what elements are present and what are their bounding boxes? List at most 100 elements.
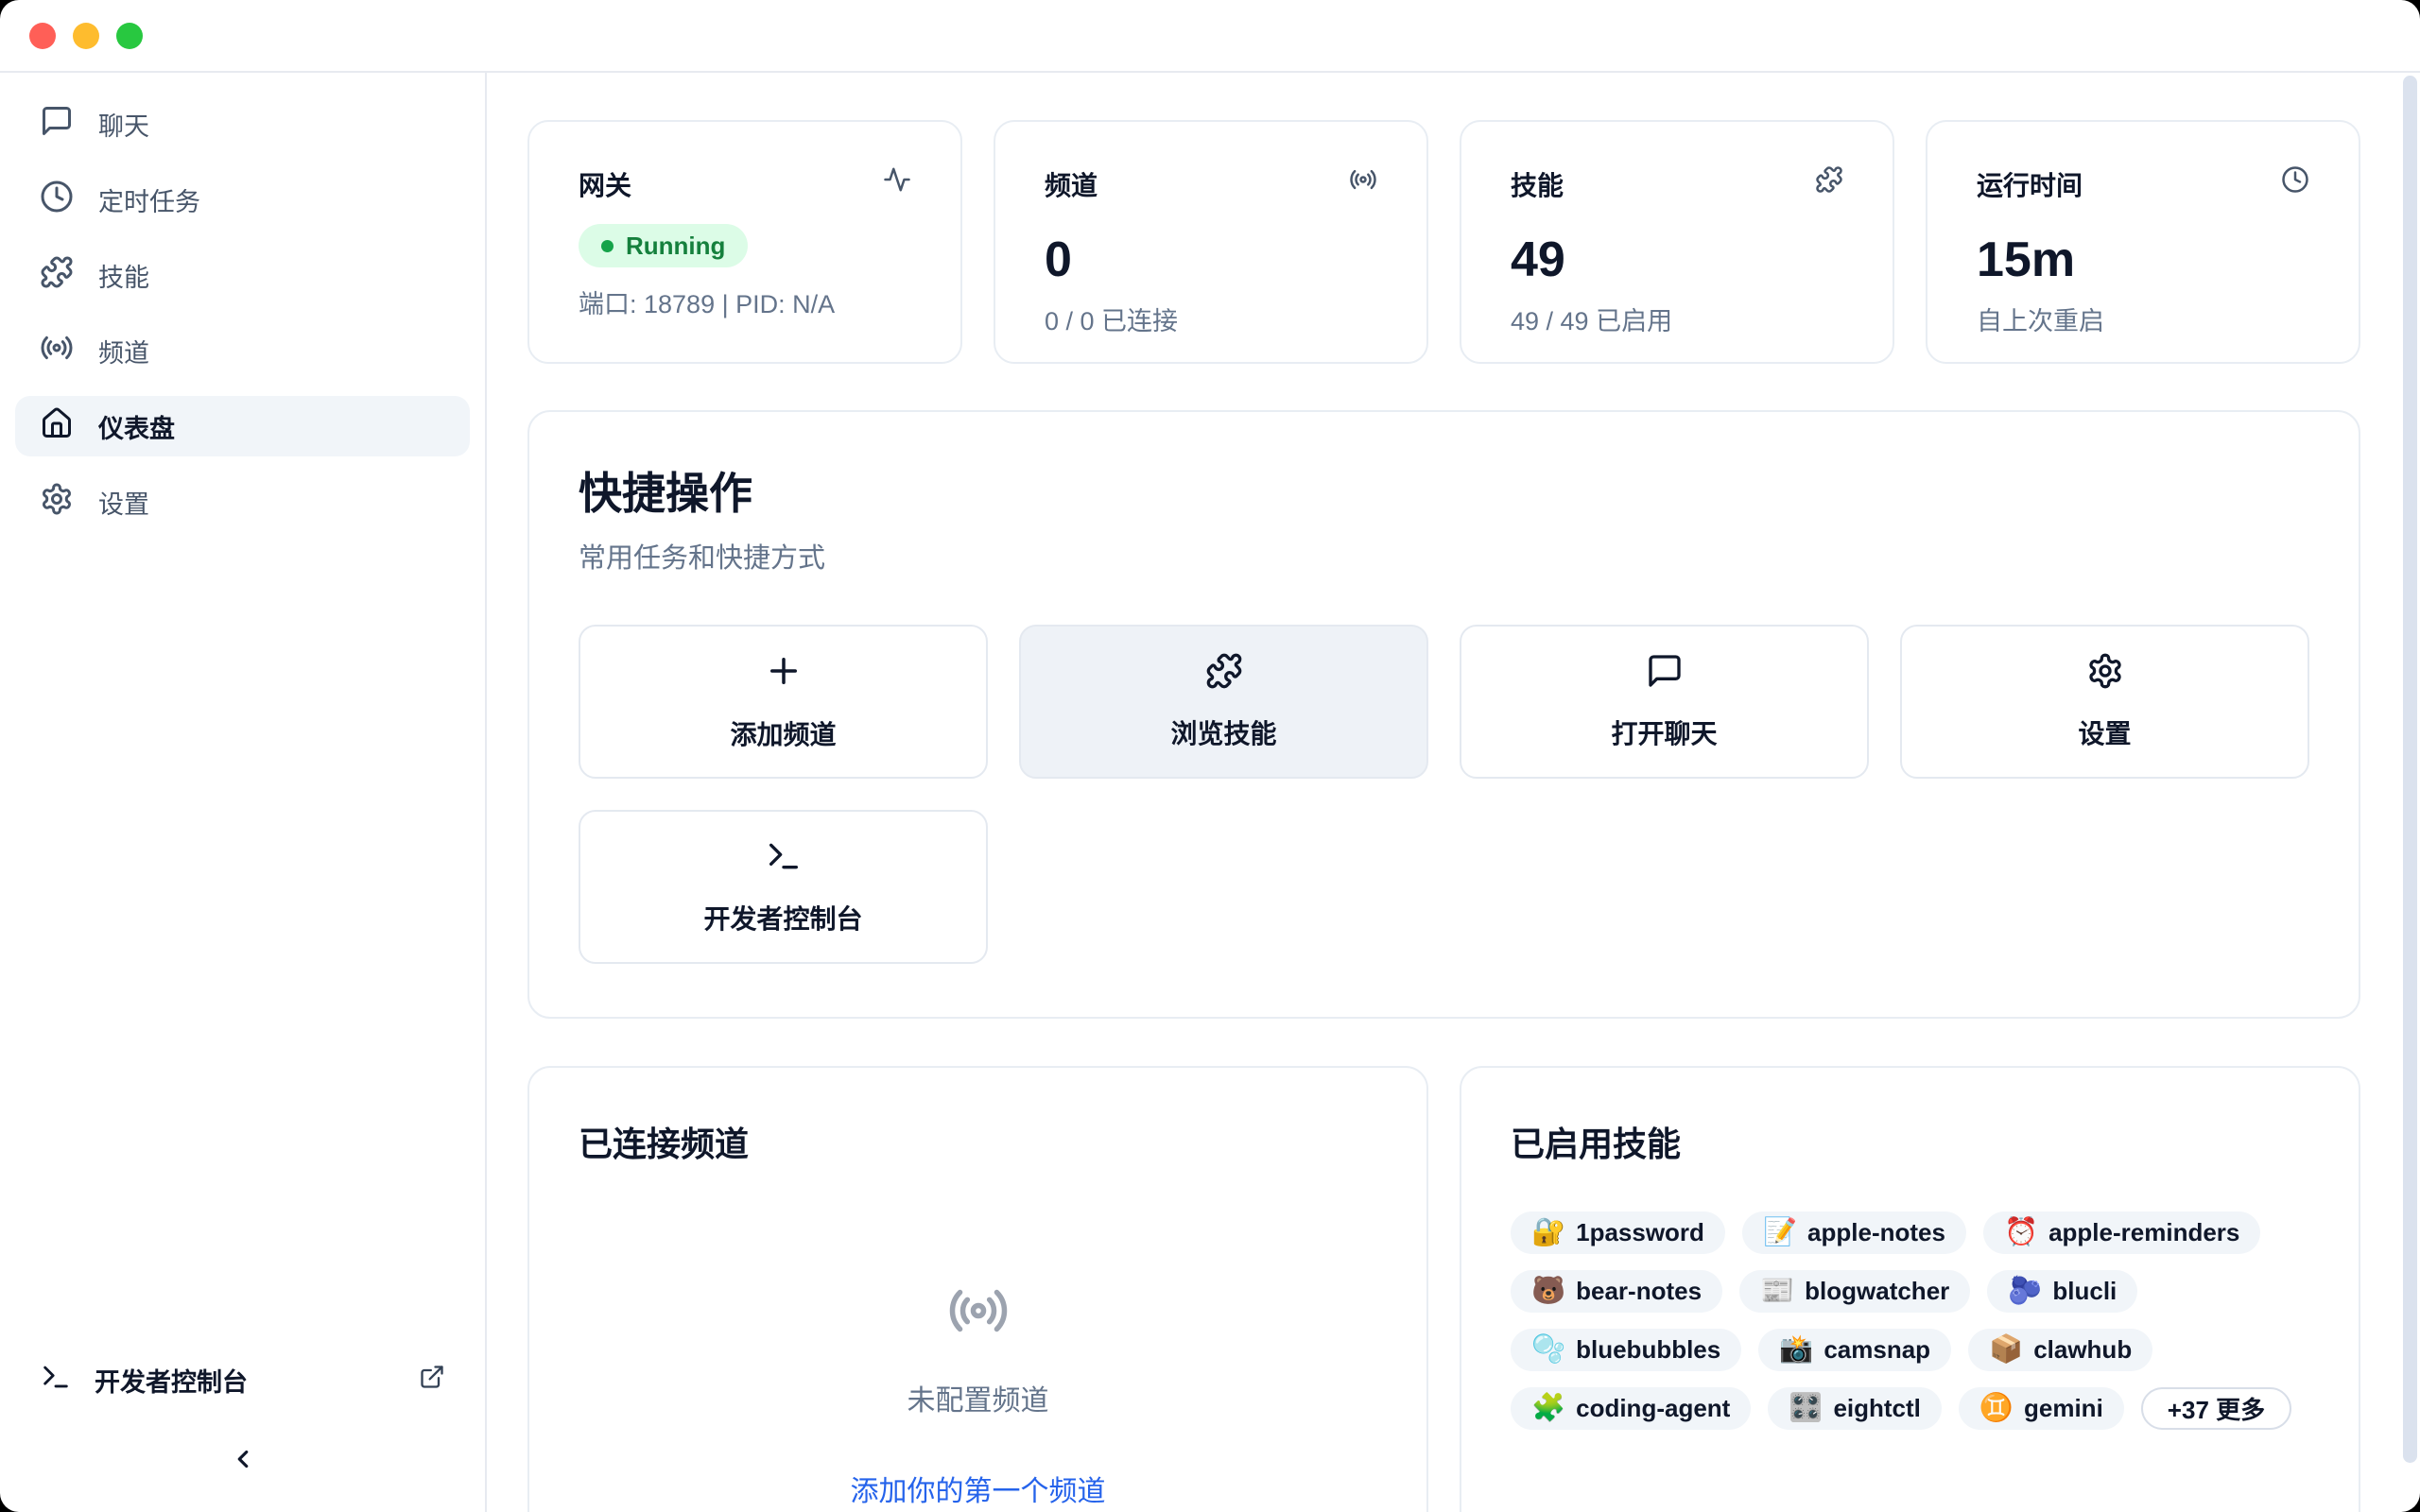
zoom-button[interactable]: [116, 23, 143, 49]
skill-name: bear-notes: [1576, 1277, 1702, 1306]
skill-name: apple-notes: [1807, 1218, 1945, 1247]
chevron-left-icon: [229, 1462, 257, 1476]
app-window: 聊天 定时任务 技能 频道: [0, 0, 2420, 1512]
action-label: 设置: [2078, 713, 2131, 751]
add-first-channel-link[interactable]: 添加你的第一个频道: [851, 1468, 1106, 1509]
window-controls: [29, 23, 143, 49]
sidebar-item-label: 聊天: [98, 106, 149, 143]
enabled-skills-card: 已启用技能 🔐1password 📝apple-notes ⏰apple-rem…: [1460, 1066, 2360, 1512]
skill-name: apple-reminders: [2048, 1218, 2239, 1247]
terminal-icon: [40, 1361, 72, 1400]
external-link-icon: [419, 1364, 445, 1397]
sidebar-item-label: 设置: [98, 484, 149, 521]
skill-emoji: ♊️: [1979, 1395, 2014, 1422]
main-content: 网关 Running 端口: 18789 | PID: N/A 频道: [487, 73, 2420, 1512]
sidebar-item-skills[interactable]: 技能: [15, 245, 470, 305]
channels-empty-state: 未配置频道 添加你的第一个频道: [579, 1280, 1377, 1509]
sidebar-item-chat[interactable]: 聊天: [15, 94, 470, 154]
skill-emoji: 📝: [1763, 1219, 1797, 1246]
sidebar-item-label: 定时任务: [98, 181, 200, 218]
skill-name: clawhub: [2033, 1335, 2132, 1365]
skill-tag[interactable]: 🔐 1password: [1511, 1211, 1725, 1254]
quick-actions-subtitle: 常用任务和快捷方式: [579, 536, 2309, 576]
quick-actions-panel: 快捷操作 常用任务和快捷方式 添加频道 浏览技能: [527, 410, 2360, 1019]
stat-subtext: 49 / 49 已启用: [1511, 301, 1843, 337]
skill-name: bluebubbles: [1576, 1335, 1720, 1365]
sidebar-item-dashboard[interactable]: 仪表盘: [15, 396, 470, 456]
skill-name: 1password: [1576, 1218, 1704, 1247]
minimize-button[interactable]: [73, 23, 99, 49]
clock-icon: [40, 180, 74, 220]
sidebar-dev-console[interactable]: 开发者控制台: [15, 1361, 470, 1400]
stat-title: 运行时间: [1977, 165, 2083, 203]
stat-value: 0: [1045, 235, 1377, 284]
radio-icon: [1349, 165, 1377, 198]
skill-name: blucli: [2052, 1277, 2117, 1306]
skill-tag[interactable]: 📸camsnap: [1758, 1329, 1951, 1371]
status-badge: Running: [579, 224, 748, 267]
skill-emoji: 🔐: [1531, 1219, 1565, 1246]
skill-tag[interactable]: 🫐 blucli: [1987, 1270, 2137, 1313]
dev-console-button[interactable]: 开发者控制台: [579, 810, 988, 964]
stat-subtext: 自上次重启: [1977, 301, 2309, 337]
stat-value: 49: [1511, 235, 1843, 284]
close-button[interactable]: [29, 23, 56, 49]
skill-emoji: 🧩: [1531, 1395, 1565, 1422]
chat-icon: [40, 104, 74, 145]
open-chat-button[interactable]: 打开聊天: [1460, 625, 1869, 779]
add-channel-button[interactable]: 添加频道: [579, 625, 988, 779]
stat-card-channels: 频道 0 0 / 0 已连接: [994, 120, 1428, 364]
radio-icon: [947, 1280, 1010, 1347]
scrollbar-thumb[interactable]: [2403, 76, 2417, 1463]
action-label: 浏览技能: [1170, 713, 1276, 751]
skill-name: coding-agent: [1576, 1394, 1730, 1423]
home-icon: [40, 406, 74, 447]
sidebar-item-label: 仪表盘: [98, 408, 175, 445]
stat-title: 技能: [1511, 165, 1564, 203]
skill-tag[interactable]: 🎛️ eightctl: [1768, 1387, 1942, 1430]
bottom-row: 已连接频道 未配置频道 添加你的第一个频道 已启用技能 🔐1password 📝…: [527, 1066, 2360, 1512]
terminal-icon: [765, 837, 803, 882]
action-label: 添加频道: [730, 714, 836, 752]
sidebar-item-label: 技能: [98, 257, 149, 294]
settings-button[interactable]: 设置: [1900, 625, 2309, 779]
skill-tag[interactable]: 🧩 coding-agent: [1511, 1387, 1751, 1430]
status-label: Running: [626, 232, 725, 261]
sidebar-item-scheduled-tasks[interactable]: 定时任务: [15, 169, 470, 230]
skill-tag[interactable]: 🫧 bluebubbles: [1511, 1329, 1741, 1371]
clock-icon: [2281, 165, 2309, 198]
skill-emoji: 🫧: [1531, 1336, 1565, 1364]
more-skills-button[interactable]: +37 更多: [2141, 1387, 2291, 1430]
dev-console-label: 开发者控制台: [95, 1362, 248, 1399]
sidebar-collapse-button[interactable]: [229, 1445, 257, 1476]
skills-tag-list: 🔐 1password 📝 apple-notes ⏰apple-reminders…: [1511, 1211, 2309, 1430]
chat-icon: [1646, 652, 1684, 696]
skill-tag[interactable]: 🐻bear-notes: [1511, 1270, 1722, 1313]
skill-tag[interactable]: ♊️ gemini: [1959, 1387, 2124, 1430]
stat-subtext: 端口: 18789 | PID: N/A: [579, 284, 911, 320]
skill-emoji: 🎛️: [1789, 1395, 1823, 1422]
skill-emoji: 📦: [1989, 1336, 2023, 1364]
sidebar-item-settings[interactable]: 设置: [15, 472, 470, 532]
gear-icon: [2086, 652, 2124, 696]
activity-icon: [883, 165, 911, 198]
skill-tag[interactable]: 📰blogwatcher: [1739, 1270, 1970, 1313]
stat-subtext: 0 / 0 已连接: [1045, 301, 1377, 337]
skill-tag[interactable]: 📝 apple-notes: [1742, 1211, 1966, 1254]
action-label: 打开聊天: [1611, 713, 1717, 751]
stat-card-uptime: 运行时间 15m 自上次重启: [1926, 120, 2360, 364]
connected-channels-title: 已连接频道: [579, 1117, 1377, 1166]
puzzle-icon: [1815, 165, 1843, 198]
sidebar-item-channels[interactable]: 频道: [15, 320, 470, 381]
titlebar: [0, 0, 2420, 73]
skill-name: eightctl: [1833, 1394, 1920, 1423]
action-label: 开发者控制台: [703, 899, 862, 936]
skill-emoji: 📸: [1779, 1336, 1813, 1364]
skill-name: gemini: [2024, 1394, 2103, 1423]
quick-actions-grid: 添加频道 浏览技能 打开聊天: [579, 625, 2309, 964]
skill-tag[interactable]: ⏰apple-reminders: [1983, 1211, 2260, 1254]
radio-icon: [40, 331, 74, 371]
skill-emoji: 🫐: [2008, 1278, 2042, 1305]
browse-skills-button[interactable]: 浏览技能: [1019, 625, 1428, 779]
skill-tag[interactable]: 📦 clawhub: [1968, 1329, 2152, 1371]
